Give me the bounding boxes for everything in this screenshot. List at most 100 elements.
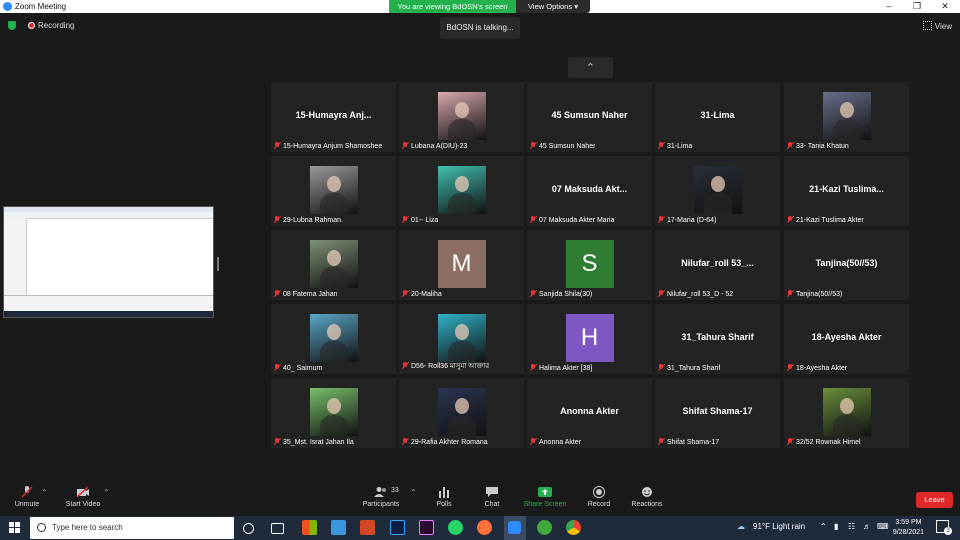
- participant-photo: [309, 166, 358, 214]
- participant-tile[interactable]: Anonna Akter Anonna Akter: [527, 378, 652, 448]
- participants-chevron-icon[interactable]: ⌃: [410, 488, 417, 497]
- unmute-button[interactable]: Unmute: [12, 486, 42, 508]
- reactions-button[interactable]: Reactions: [628, 486, 666, 508]
- participant-display-name: Anonna Akter: [560, 406, 619, 416]
- person-silhouette-icon: [454, 176, 469, 192]
- start-video-label: Start Video: [65, 501, 101, 508]
- participant-tile[interactable]: 15-Humayra Anj... 15-Humayra Anjum Shamos…: [271, 82, 396, 152]
- chevron-up-icon[interactable]: ⌃: [568, 57, 613, 78]
- participant-display-name: 15-Humayra Anj...: [295, 110, 372, 120]
- unmute-options-chevron-icon[interactable]: ⌃: [41, 488, 48, 497]
- taskbar-clock[interactable]: 3:59 PM 9/28/2021: [893, 518, 924, 538]
- participant-tile[interactable]: 35_Mst. Israt Jahan Ila: [271, 378, 396, 448]
- participant-tile[interactable]: Tanjina(50//53) Tanjina(50//53): [784, 230, 909, 300]
- weather-text[interactable]: 91°F Light rain: [753, 522, 805, 531]
- participant-name-label: Nilufar_roll 53_D - 52: [667, 291, 734, 298]
- leave-button[interactable]: Leave: [916, 492, 953, 508]
- qlik-icon[interactable]: [537, 520, 552, 535]
- volume-icon[interactable]: ♬: [863, 522, 871, 531]
- participant-tile[interactable]: 31-Lima 31-Lima: [655, 82, 780, 152]
- taskbar-search-box[interactable]: Type here to search: [30, 517, 234, 539]
- start-video-button[interactable]: Start Video: [62, 486, 104, 508]
- view-button[interactable]: View: [922, 21, 952, 31]
- maximize-icon[interactable]: ❐: [909, 1, 925, 12]
- chrome-icon[interactable]: [566, 520, 581, 535]
- participant-tile[interactable]: 45 Sumsun Naher 45 Sumsun Naher: [527, 82, 652, 152]
- person-silhouette-icon: [326, 250, 341, 266]
- chat-button[interactable]: Chat: [478, 486, 506, 508]
- window-title: Zoom Meeting: [15, 2, 67, 11]
- participant-tile[interactable]: 29-Lubna Rahman.: [271, 156, 396, 226]
- language-icon[interactable]: ⌨: [877, 522, 889, 531]
- participant-tile[interactable]: 29-Rafia Akhter Romana: [399, 378, 524, 448]
- mic-muted-icon: [21, 486, 33, 498]
- cortana-icon[interactable]: [243, 523, 254, 534]
- participant-tile[interactable]: 21-Kazi Tuslima... 21-Kazi Tuslima Akter: [784, 156, 909, 226]
- participant-tile[interactable]: D56- Roll36 মাসুমা আক্তার: [399, 304, 524, 374]
- person-silhouette-icon: [710, 176, 725, 192]
- person-silhouette-icon: [454, 324, 469, 340]
- participant-tile[interactable]: 32/52 Rownak Himel: [784, 378, 909, 448]
- participant-label: 31-Lima: [658, 142, 692, 150]
- participant-tile[interactable]: M 20-Maliha: [399, 230, 524, 300]
- app-icon[interactable]: [331, 520, 346, 535]
- minimize-icon[interactable]: –: [881, 1, 897, 11]
- pdf-app-icon[interactable]: [360, 520, 375, 535]
- participant-tile[interactable]: 07 Maksuda Akt... 07 Maksuda Akter Maria: [527, 156, 652, 226]
- participant-name-label: 08 Fatema Jahan: [283, 291, 338, 298]
- network-icon[interactable]: ☷: [848, 522, 855, 531]
- mic-muted-icon: [530, 438, 536, 445]
- participant-display-name: Nilufar_roll 53_...: [681, 258, 754, 268]
- participant-tile[interactable]: 18-Ayesha Akter 18-Ayesha Akter: [784, 304, 909, 374]
- participant-label: Shifat Shama-17: [658, 438, 719, 446]
- close-icon[interactable]: ✕: [937, 1, 953, 12]
- participant-photo: [437, 166, 486, 214]
- premiere-icon[interactable]: [419, 520, 434, 535]
- person-silhouette-icon: [839, 102, 854, 118]
- participant-tile[interactable]: 40_ Saimum: [271, 304, 396, 374]
- task-view-icon[interactable]: [271, 523, 284, 534]
- participant-tile[interactable]: 17-Maria (D-64): [655, 156, 780, 226]
- person-body-shape: [319, 341, 348, 362]
- shared-screen[interactable]: [3, 206, 214, 318]
- mic-muted-icon: [402, 362, 408, 369]
- participant-photo: [309, 240, 358, 288]
- polls-button[interactable]: Polls: [430, 486, 458, 508]
- tray-chevron-icon[interactable]: ⌃: [820, 522, 827, 531]
- person-silhouette-icon: [454, 102, 469, 118]
- photoshop-icon[interactable]: [390, 520, 405, 535]
- participant-name-label: 40_ Saimum: [283, 365, 323, 372]
- person-silhouette-icon: [326, 176, 341, 192]
- mic-muted-icon: [530, 142, 536, 149]
- participants-label: Participants: [362, 501, 400, 508]
- participant-tile[interactable]: Shifat Shama-17 Shifat Shama-17: [655, 378, 780, 448]
- participant-label: 33- Tania Khatun: [787, 142, 849, 150]
- firefox-icon[interactable]: [477, 520, 492, 535]
- share-screen-button[interactable]: Share Screen: [522, 486, 568, 508]
- record-button[interactable]: Record: [584, 486, 614, 508]
- whatsapp-icon[interactable]: [448, 520, 463, 535]
- split-handle[interactable]: [217, 257, 219, 271]
- view-options-button[interactable]: View Options ▾: [516, 0, 590, 13]
- video-options-chevron-icon[interactable]: ⌃: [103, 488, 110, 497]
- mic-muted-icon: [787, 142, 793, 149]
- battery-icon[interactable]: ▮: [834, 522, 838, 531]
- windows-taskbar: Type here to search ☁ 91°F Light rain ⌃ …: [0, 516, 960, 540]
- participant-tile[interactable]: 33- Tania Khatun: [784, 82, 909, 152]
- windows-start-icon[interactable]: [9, 522, 20, 533]
- shield-icon[interactable]: [8, 21, 16, 30]
- participant-tile[interactable]: S Sanjida Shila(30): [527, 230, 652, 300]
- participant-tile[interactable]: Lubana A(DIU)-23: [399, 82, 524, 152]
- participant-tile[interactable]: Nilufar_roll 53_... Nilufar_roll 53_D - 5…: [655, 230, 780, 300]
- participant-tile[interactable]: H Halima Akter [38]: [527, 304, 652, 374]
- store-icon[interactable]: [302, 520, 317, 535]
- participant-tile[interactable]: 01-- Liza: [399, 156, 524, 226]
- participant-tile[interactable]: 08 Fatema Jahan: [271, 230, 396, 300]
- participant-label: 07 Maksuda Akter Maria: [530, 216, 614, 224]
- weather-icon[interactable]: ☁: [737, 522, 745, 531]
- participant-initial-avatar: M: [437, 240, 486, 288]
- participant-tile[interactable]: 31_Tahura Sharif 31_Tahura Sharif: [655, 304, 780, 374]
- mic-muted-icon: [274, 290, 280, 297]
- zoom-logo-icon: [3, 2, 12, 11]
- shared-screen-output-panel: [4, 295, 213, 312]
